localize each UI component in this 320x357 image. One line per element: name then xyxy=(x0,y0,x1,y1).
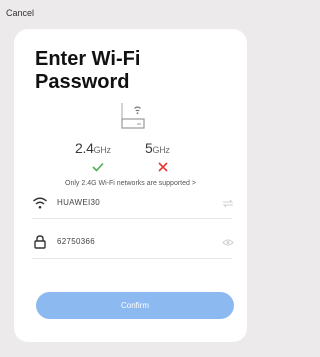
password-value: 62750366 xyxy=(57,237,95,246)
cancel-button[interactable]: Cancel xyxy=(6,8,34,18)
wifi-icon xyxy=(33,197,47,209)
lock-icon xyxy=(34,235,46,249)
supported-network-note[interactable]: Only 2.4G Wi-Fi networks are supported > xyxy=(14,180,247,187)
router-icon xyxy=(121,103,145,129)
band-2-4ghz-unit: GHz xyxy=(93,145,111,155)
password-divider xyxy=(32,258,232,259)
ssid-value: HUAWEI30 xyxy=(57,198,101,207)
password-card: Enter Wi-Fi Password 2.4GHz 5GHz Only 2.… xyxy=(14,29,247,342)
band-5ghz-value: 5 xyxy=(145,140,153,156)
swap-icon[interactable] xyxy=(222,199,234,208)
page-title: Enter Wi-Fi Password xyxy=(35,48,141,93)
band-5ghz: 5GHz xyxy=(145,140,170,156)
band-5ghz-unit: GHz xyxy=(152,145,170,155)
cross-icon xyxy=(158,162,168,172)
wifi-password-screen: Cancel Enter Wi-Fi Password 2.4GHz 5GHz … xyxy=(0,0,257,357)
check-icon xyxy=(92,162,104,172)
eye-icon[interactable] xyxy=(222,238,234,247)
password-field[interactable]: 62750366 xyxy=(32,234,234,252)
frequency-bands: 2.4GHz 5GHz xyxy=(14,140,247,162)
band-2-4ghz-value: 2.4 xyxy=(75,140,94,156)
ssid-divider xyxy=(32,218,232,219)
band-2-4ghz: 2.4GHz xyxy=(75,140,111,156)
ssid-field[interactable]: HUAWEI30 xyxy=(32,195,234,213)
confirm-button[interactable]: Confirm xyxy=(36,292,234,319)
